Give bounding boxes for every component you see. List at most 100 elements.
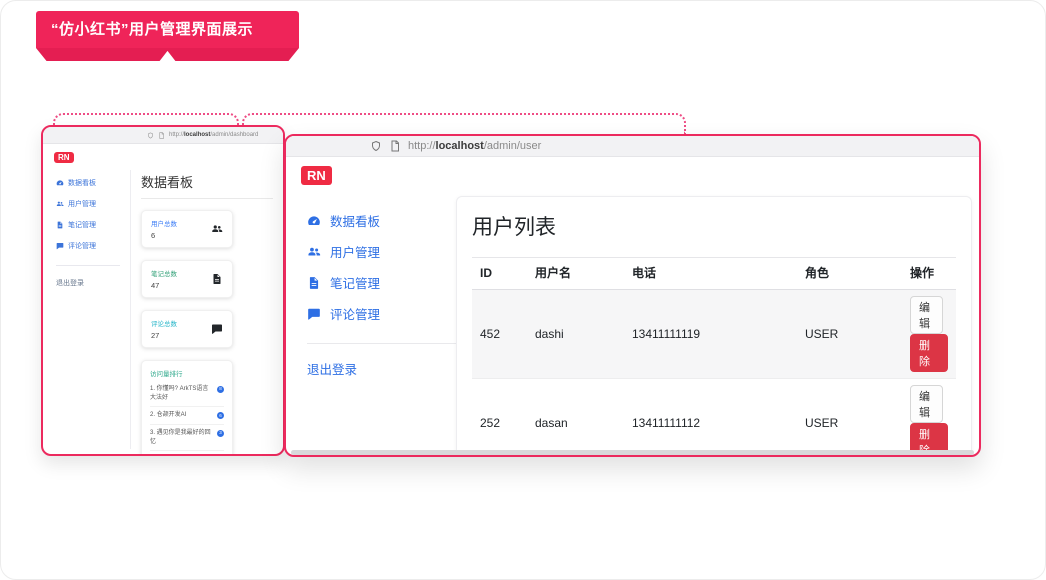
front-sidebar: 数据看板用户管理笔记管理评论管理退出登录 <box>286 189 456 378</box>
sidebar-item-label: 用户管理 <box>68 201 96 208</box>
ranking-item-text: 1. 你懂吗? ArkTS语言大法好 <box>150 386 209 401</box>
logout-link[interactable]: 退出登录 <box>307 359 456 378</box>
user-list-card: 用户列表 ID 用户名 电话 角色 操作 452 dashi 134111111… <box>456 196 972 455</box>
front-window-body: 数据看板 用户管理 笔记管理 评论管理 退出登录 用户列表 ID 用户名 电话 角色 <box>286 189 979 455</box>
note-icon <box>211 273 223 285</box>
url-text: http://localhost/admin/dashboard <box>169 132 259 138</box>
banner-title: “仿小红书”用户管理界面展示 <box>36 11 299 48</box>
sidebar-item-comment[interactable]: 评论管理 <box>56 241 124 251</box>
sidebar-item-note[interactable]: 笔记管理 <box>307 273 456 292</box>
visit-count-badge: 8 <box>217 386 224 393</box>
sidebar-item-users[interactable]: 用户管理 <box>56 199 124 209</box>
back-sidebar: 数据看板用户管理笔记管理评论管理退出登录 <box>43 170 131 449</box>
ranking-item-text: 4. 一人一码 <box>150 455 181 456</box>
sidebar-divider <box>56 265 120 266</box>
ranking-title: 访问量排行 <box>150 371 183 378</box>
app-logo: RN <box>301 166 332 185</box>
col-header-phone: 电话 <box>624 257 797 290</box>
stat-label: 用户总数 <box>151 221 177 228</box>
sidebar-item-users[interactable]: 用户管理 <box>307 242 456 261</box>
users-icon <box>307 245 321 259</box>
delete-button[interactable]: 删除 <box>910 334 948 372</box>
banner-ribbon: “仿小红书”用户管理界面展示 <box>36 11 299 61</box>
page-title: 用户列表 <box>472 216 556 239</box>
front-url-bar[interactable]: http://localhost/admin/user <box>286 136 979 157</box>
cell-phone: 13411111112 <box>624 378 797 455</box>
stat-label: 评论总数 <box>151 321 177 328</box>
cell-actions: 编辑删除 <box>902 289 956 379</box>
stat-value: 47 <box>151 281 160 290</box>
ranking-item[interactable]: 1. 你懂吗? ArkTS语言大法好 8 <box>150 381 224 406</box>
back-window-body: 数据看板用户管理笔记管理评论管理退出登录 数据看板 用户总数 6 笔记总数 47 评论总… <box>43 170 283 454</box>
table-row: 452 dashi 13411111119 USER 编辑删除 <box>472 289 956 379</box>
app-logo: RN <box>54 152 74 163</box>
users-icon <box>56 200 64 208</box>
users-icon <box>211 223 223 235</box>
dashboard-icon <box>307 214 321 228</box>
stat-card: 用户总数 6 <box>141 210 233 248</box>
comment-icon <box>211 323 223 335</box>
ranking-item[interactable]: 3. 遇见你是我最好的回忆 3 <box>150 424 224 450</box>
dashboard-heading: 数据看板 <box>141 172 273 199</box>
sidebar-item-label: 笔记管理 <box>330 277 381 291</box>
sidebar-item-label: 评论管理 <box>330 308 381 322</box>
back-url-bar[interactable]: http://localhost/admin/dashboard <box>43 127 283 144</box>
cell-id: 252 <box>472 378 527 455</box>
note-icon <box>307 276 321 290</box>
edit-button[interactable]: 编辑 <box>910 296 943 334</box>
stat-card: 笔记总数 47 <box>141 260 233 298</box>
stat-card: 评论总数 27 <box>141 310 233 348</box>
stat-cards: 用户总数 6 笔记总数 47 评论总数 27 <box>141 210 273 348</box>
cell-phone: 13411111119 <box>624 289 797 379</box>
front-browser-window: http://localhost/admin/user RN 数据看板用户管理笔… <box>284 134 981 457</box>
page-icon <box>389 140 401 152</box>
dotted-outline-front-window <box>242 113 686 134</box>
ranking-item[interactable]: 2. 仓颉开发AI 6 <box>150 406 224 424</box>
sidebar-item-comment[interactable]: 评论管理 <box>307 304 456 323</box>
stat-text: 评论总数 27 <box>151 318 177 340</box>
comment-icon <box>56 242 64 250</box>
sidebar-item-label: 笔记管理 <box>68 222 96 229</box>
shield-icon <box>147 132 154 139</box>
page-icon <box>158 131 165 139</box>
back-browser-window: http://localhost/admin/dashboard RN 数据看板… <box>41 125 285 456</box>
visit-count-badge: 3 <box>217 430 224 438</box>
sidebar-item-label: 评论管理 <box>68 243 96 250</box>
cell-actions: 编辑删除 <box>902 378 956 455</box>
horizontal-scrollbar[interactable] <box>291 450 974 455</box>
sidebar-item-dashboard[interactable]: 数据看板 <box>307 211 456 230</box>
stat-value: 27 <box>151 331 160 340</box>
edit-button[interactable]: 编辑 <box>910 385 943 423</box>
back-main-panel: 数据看板 用户总数 6 笔记总数 47 评论总数 27 访问量排行 1. 你懂吗? Ark… <box>131 170 283 454</box>
cell-username: dasan <box>527 378 624 455</box>
col-header-role: 角色 <box>797 257 902 290</box>
sidebar-item-label: 数据看板 <box>68 180 96 187</box>
table-header-row: ID 用户名 电话 角色 操作 <box>472 257 956 290</box>
visit-count-badge: 6 <box>217 412 224 420</box>
col-header-actions: 操作 <box>902 257 956 290</box>
sidebar-item-label: 数据看板 <box>330 215 381 229</box>
cell-id: 452 <box>472 289 527 379</box>
note-icon <box>56 221 64 229</box>
cell-role: USER <box>797 378 902 455</box>
cell-username: dashi <box>527 289 624 379</box>
ranking-list: 1. 你懂吗? ArkTS语言大法好 8 2. 仓颉开发AI 6 3. 遇见你是我最好的… <box>150 381 224 456</box>
shield-icon <box>370 140 382 152</box>
ranking-item-text: 2. 仓颉开发AI <box>150 412 187 419</box>
cell-role: USER <box>797 289 902 379</box>
sidebar-divider <box>307 343 456 344</box>
logout-link[interactable]: 退出登录 <box>56 278 124 288</box>
stat-text: 笔记总数 47 <box>151 268 177 290</box>
stat-value: 6 <box>151 231 156 240</box>
stat-label: 笔记总数 <box>151 271 177 278</box>
ranking-item[interactable]: 4. 一人一码2 <box>150 450 224 456</box>
dashboard-icon <box>56 179 64 187</box>
sidebar-item-dashboard[interactable]: 数据看板 <box>56 178 124 188</box>
screenshot-canvas: “仿小红书”用户管理界面展示 http://localhost/admin/da… <box>0 0 1046 580</box>
ranking-card: 访问量排行 1. 你懂吗? ArkTS语言大法好 8 2. 仓颉开发AI 6 3. 遇见… <box>141 360 233 456</box>
table-row: 252dasan13411111112USER编辑删除 <box>472 378 956 455</box>
sidebar-item-note[interactable]: 笔记管理 <box>56 220 124 230</box>
comment-icon <box>307 307 321 321</box>
col-header-id: ID <box>472 257 527 290</box>
url-text: http://localhost/admin/user <box>408 140 542 152</box>
